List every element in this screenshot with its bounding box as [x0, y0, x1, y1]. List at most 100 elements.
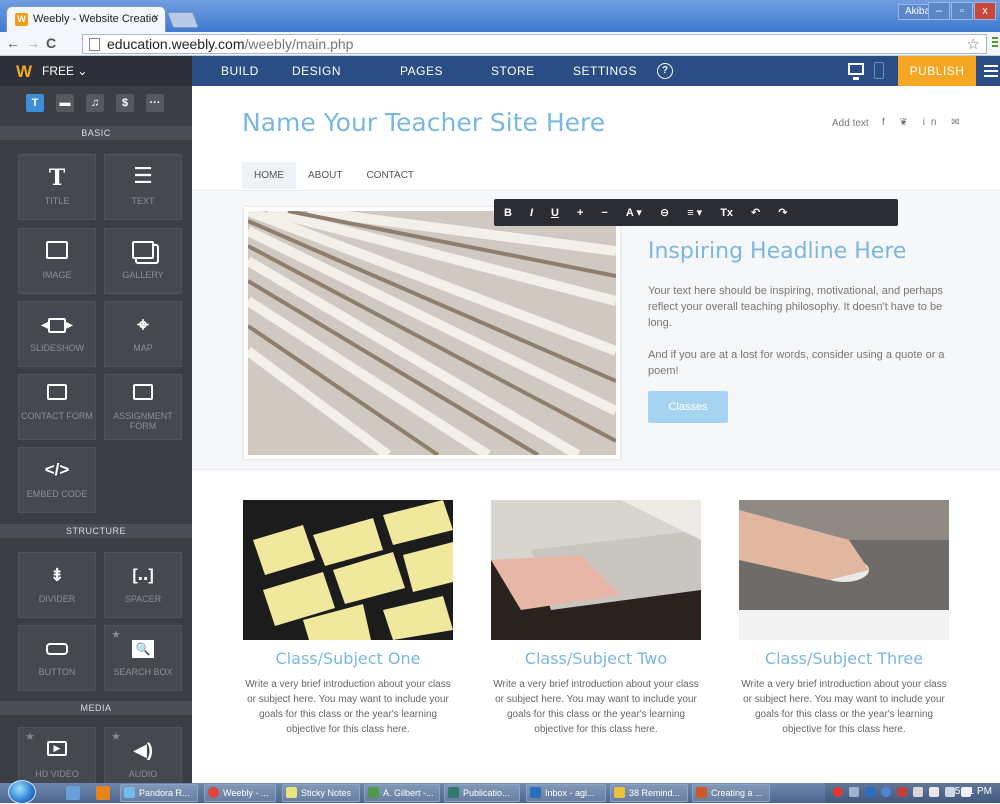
- clear-format-button[interactable]: Tx: [720, 207, 733, 219]
- explorer-icon[interactable]: [66, 786, 80, 800]
- taskbar-item-powerpoint[interactable]: Creating a ...: [692, 784, 770, 802]
- element-label: DIVIDER: [38, 594, 76, 604]
- element-gallery[interactable]: GALLERY: [104, 228, 182, 294]
- windows-start-button[interactable]: [8, 780, 36, 804]
- hero-image[interactable]: [244, 207, 620, 459]
- publish-button[interactable]: PUBLISH: [898, 56, 976, 86]
- nav-design[interactable]: DESIGN: [292, 56, 341, 86]
- browser-tab[interactable]: W Weebly - Website Creatio ×: [6, 6, 166, 32]
- taskbar-label: Inbox - agi...: [545, 788, 595, 798]
- column-text[interactable]: Write a very brief introduction about yo…: [243, 677, 453, 737]
- column-image[interactable]: [739, 500, 949, 640]
- network-globe-icon[interactable]: [881, 787, 891, 797]
- tab-close-icon[interactable]: ×: [153, 12, 159, 24]
- element-map[interactable]: ⌖ MAP: [104, 301, 182, 367]
- reload-icon[interactable]: C: [46, 35, 56, 51]
- nav-build[interactable]: BUILD: [221, 56, 259, 86]
- font-color-dropdown[interactable]: A ▾: [626, 206, 642, 219]
- tray-usb-icon[interactable]: [929, 787, 939, 797]
- bold-button[interactable]: B: [504, 207, 512, 219]
- taskbar-item-reminders[interactable]: 38 Remind...: [610, 784, 688, 802]
- taskbar-item-pandora[interactable]: Pandora R...: [120, 784, 198, 802]
- element-hd-video[interactable]: ★ ▶ HD VIDEO: [18, 727, 96, 783]
- column-title[interactable]: Class/Subject Two: [491, 649, 701, 668]
- close-window-button[interactable]: x: [974, 2, 996, 20]
- hamburger-menu-icon[interactable]: [984, 65, 998, 80]
- element-spacer[interactable]: [‥] SPACER: [104, 552, 182, 618]
- category-structure-tab[interactable]: ▬: [56, 94, 74, 112]
- align-dropdown[interactable]: ≡ ▾: [687, 206, 702, 219]
- element-text[interactable]: ☰ TEXT: [104, 154, 182, 220]
- undo-icon[interactable]: ↶: [751, 206, 760, 219]
- tray-printer-icon[interactable]: [913, 787, 923, 797]
- form-icon: [19, 383, 95, 406]
- tray-app-icon[interactable]: [849, 787, 859, 797]
- site-nav-about[interactable]: ABOUT: [296, 162, 354, 189]
- category-media-tab[interactable]: ♫: [86, 94, 104, 112]
- column-image[interactable]: [243, 500, 453, 640]
- column-title[interactable]: Class/Subject Three: [739, 649, 949, 668]
- element-image[interactable]: IMAGE: [18, 228, 96, 294]
- hero-body-text[interactable]: Your text here should be inspiring, moti…: [648, 283, 948, 395]
- address-bar[interactable]: education.weebly.com/weebly/main.php ☆: [82, 34, 987, 54]
- category-more-tab[interactable]: ···: [146, 94, 164, 112]
- category-basic-tab[interactable]: T: [26, 94, 44, 112]
- category-tabs: T ▬ ♫ $ ···: [26, 94, 176, 112]
- column-text[interactable]: Write a very brief introduction about yo…: [739, 677, 949, 737]
- taskbar-item-weebly[interactable]: Weebly - ...: [204, 784, 276, 802]
- bookmark-star-icon[interactable]: ☆: [967, 35, 980, 53]
- chrome-menu-icon[interactable]: [992, 37, 998, 51]
- element-assignment-form[interactable]: ASSIGNMENT FORM: [104, 374, 182, 440]
- tray-network-icon[interactable]: [945, 787, 955, 797]
- taskbar-clock[interactable]: 5:41 PM: [955, 786, 992, 797]
- element-embed-code[interactable]: </> EMBED CODE: [18, 447, 96, 513]
- element-slideshow[interactable]: ◂ ▸ SLIDESHOW: [18, 301, 96, 367]
- mobile-view-icon[interactable]: [874, 62, 884, 79]
- redo-icon[interactable]: ↷: [778, 206, 787, 219]
- element-contact-form[interactable]: CONTACT FORM: [18, 374, 96, 440]
- italic-button[interactable]: I: [530, 207, 533, 219]
- column-image[interactable]: [491, 500, 701, 640]
- antivirus-icon[interactable]: [833, 787, 843, 797]
- underline-button[interactable]: U: [551, 207, 559, 219]
- taskbar-item-publication[interactable]: Publicatio...: [444, 784, 520, 802]
- new-tab-button[interactable]: [167, 12, 199, 28]
- desktop-view-icon[interactable]: [848, 63, 864, 80]
- nav-store[interactable]: STORE: [491, 56, 535, 86]
- nav-pages[interactable]: PAGES: [400, 56, 443, 86]
- media-player-icon[interactable]: [96, 786, 110, 800]
- increase-font-button[interactable]: +: [577, 207, 583, 219]
- element-title[interactable]: T TITLE: [18, 154, 96, 220]
- plan-dropdown[interactable]: FREE ⌄: [42, 64, 87, 78]
- tray-x-icon[interactable]: [897, 787, 907, 797]
- hero-headline[interactable]: Inspiring Headline Here: [648, 239, 906, 264]
- back-arrow-icon[interactable]: ←: [6, 35, 20, 51]
- minimize-button[interactable]: ‒: [928, 2, 950, 20]
- element-button[interactable]: BUTTON: [18, 625, 96, 691]
- nav-settings[interactable]: SETTINGS: [573, 56, 637, 86]
- taskbar-item-inbox[interactable]: Inbox - agi...: [526, 784, 606, 802]
- link-icon[interactable]: ⊖: [660, 206, 669, 219]
- header-add-text[interactable]: Add text: [832, 118, 869, 129]
- classes-button[interactable]: Classes: [648, 391, 728, 423]
- hero-section: Inspiring Headline Here Your text here s…: [192, 190, 1000, 470]
- help-icon[interactable]: ?: [657, 63, 673, 79]
- taskbar-item-gilbert[interactable]: A. Gilbert -...: [364, 784, 440, 802]
- category-commerce-tab[interactable]: $: [116, 94, 134, 112]
- element-search-box[interactable]: ★ 🔍 SEARCH BOX: [104, 625, 182, 691]
- decrease-font-button[interactable]: −: [601, 207, 607, 219]
- maximize-button[interactable]: ▫: [951, 2, 973, 20]
- column-title[interactable]: Class/Subject One: [243, 649, 453, 668]
- site-nav-home[interactable]: HOME: [242, 162, 296, 189]
- site-nav-contact[interactable]: CONTACT: [354, 162, 426, 189]
- taskbar-item-sticky-notes[interactable]: Sticky Notes: [282, 784, 360, 802]
- site-navigation: HOME ABOUT CONTACT: [242, 162, 426, 189]
- element-divider[interactable]: ⇟ DIVIDER: [18, 552, 96, 618]
- forward-arrow-icon[interactable]: →: [26, 35, 40, 51]
- element-audio[interactable]: ★ ◀) AUDIO: [104, 727, 182, 783]
- social-icons[interactable]: f ❦ in ✉: [882, 117, 966, 128]
- element-label: BUTTON: [38, 667, 76, 677]
- column-text[interactable]: Write a very brief introduction about yo…: [491, 677, 701, 737]
- outlook-tray-icon[interactable]: [865, 787, 875, 797]
- site-title[interactable]: Name Your Teacher Site Here: [242, 108, 605, 137]
